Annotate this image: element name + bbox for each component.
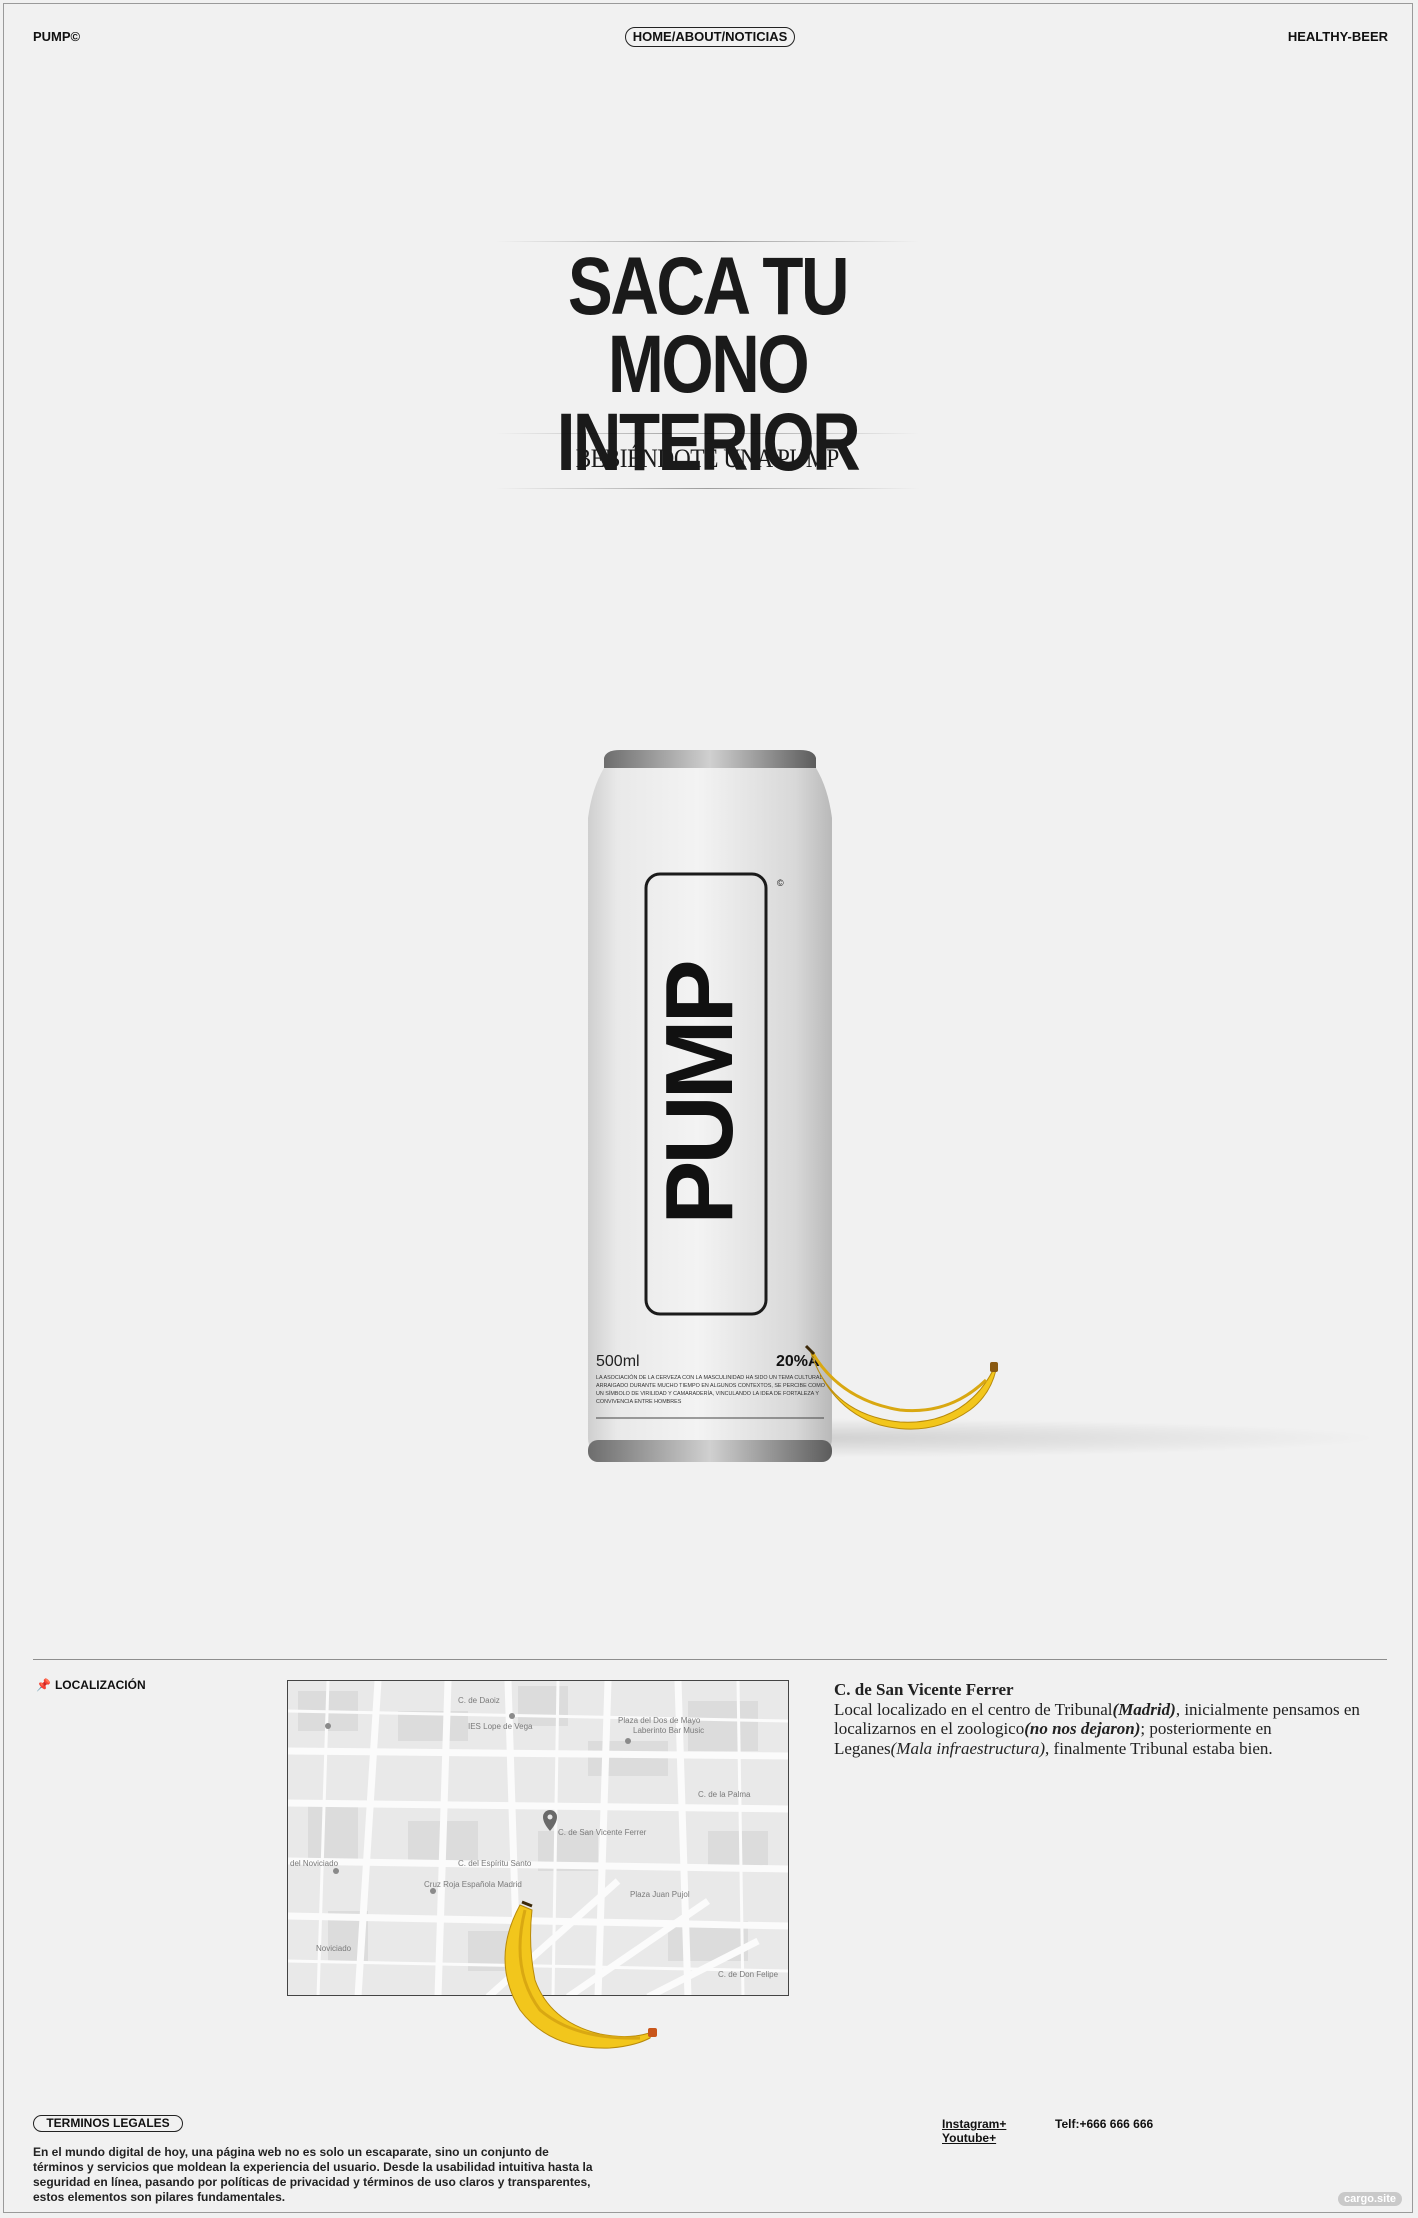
- social-links: Instagram+ Youtube+: [942, 2117, 1006, 2145]
- can-logo: PUMP: [646, 962, 753, 1224]
- youtube-link[interactable]: Youtube+: [942, 2131, 1006, 2145]
- main-nav-button[interactable]: HOME/ABOUT/NOTICIAS: [625, 27, 795, 47]
- map-label-bar: Laberinto Bar Music: [633, 1726, 704, 1735]
- map-label-noviciado: Noviciado: [316, 1944, 352, 1953]
- map-label-left: del Noviciado: [290, 1859, 339, 1868]
- map-label-don-felipe: C. de Don Felipe: [718, 1970, 779, 1979]
- pin-icon: 📌: [36, 1678, 51, 1692]
- cargo-badge[interactable]: cargo.site: [1338, 2192, 1402, 2206]
- svg-text:©: ©: [777, 878, 784, 888]
- address-em-1: (Madrid): [1112, 1699, 1176, 1719]
- banana-icon: [504, 1900, 657, 2049]
- phone-number: Telf:+666 666 666: [1055, 2117, 1154, 2131]
- section-divider: [33, 1659, 1387, 1660]
- can-copy: LA ASOCIACIÓN DE LA CERVEZA CON LA MASCU…: [596, 1375, 825, 1405]
- banana-icon: [804, 1344, 998, 1430]
- instagram-link[interactable]: Instagram+: [942, 2117, 1006, 2131]
- legal-text: En el mundo digital de hoy, una página w…: [33, 2145, 593, 2204]
- map-label-plaza: Plaza del Dos de Mayo: [618, 1716, 701, 1725]
- address-em-3: (Mala infraestructura): [890, 1738, 1046, 1758]
- map-label-marker: C. de San Vicente Ferrer: [558, 1828, 647, 1837]
- map-label-espiritu: C. del Espíritu Santo: [458, 1859, 532, 1868]
- brand-logo[interactable]: PUMP©: [33, 29, 80, 44]
- can-volume: 500ml: [596, 1353, 640, 1370]
- map-label-school: IES Lope de Vega: [468, 1722, 533, 1731]
- map-label-cruz-roja: Cruz Roja Española Madrid: [424, 1880, 522, 1889]
- location-label: 📌 LOCALIZACIÓN: [36, 1678, 146, 1692]
- map-label-plaza2: Plaza Juan Pujol: [630, 1890, 690, 1899]
- hero-rule-middle: [495, 433, 920, 434]
- map-label-palma: C. de la Palma: [698, 1790, 751, 1799]
- hero-title-line1: SACA TU: [567, 241, 850, 332]
- legal-terms-button[interactable]: TERMINOS LEGALES: [33, 2115, 183, 2132]
- address-text-4: , finalmente Tribunal estaba bien.: [1045, 1738, 1273, 1758]
- tagline-link[interactable]: HEALTHY-BEER: [1288, 29, 1388, 44]
- map-label-daoiz: C. de Daoiz: [458, 1696, 500, 1705]
- address-block: C. de San Vicente Ferrer Local localizad…: [834, 1680, 1374, 1758]
- hero-subtitle-text: BEBIÉNDOTE UNA PUMP: [575, 444, 840, 473]
- address-em-2: (no nos dejaron): [1024, 1719, 1141, 1738]
- can-logo-group: PUMP: [646, 962, 753, 1224]
- hero-rule-bottom: [495, 488, 920, 489]
- location-label-text: LOCALIZACIÓN: [54, 1678, 146, 1692]
- hero-subtitle: BEBIÉNDOTE UNA PUMP: [495, 444, 920, 474]
- address-title: C. de San Vicente Ferrer: [834, 1680, 1014, 1699]
- address-text-1: Local localizado en el centro de Tribuna…: [834, 1699, 1113, 1719]
- address-description: Local localizado en el centro de Tribuna…: [834, 1700, 1374, 1759]
